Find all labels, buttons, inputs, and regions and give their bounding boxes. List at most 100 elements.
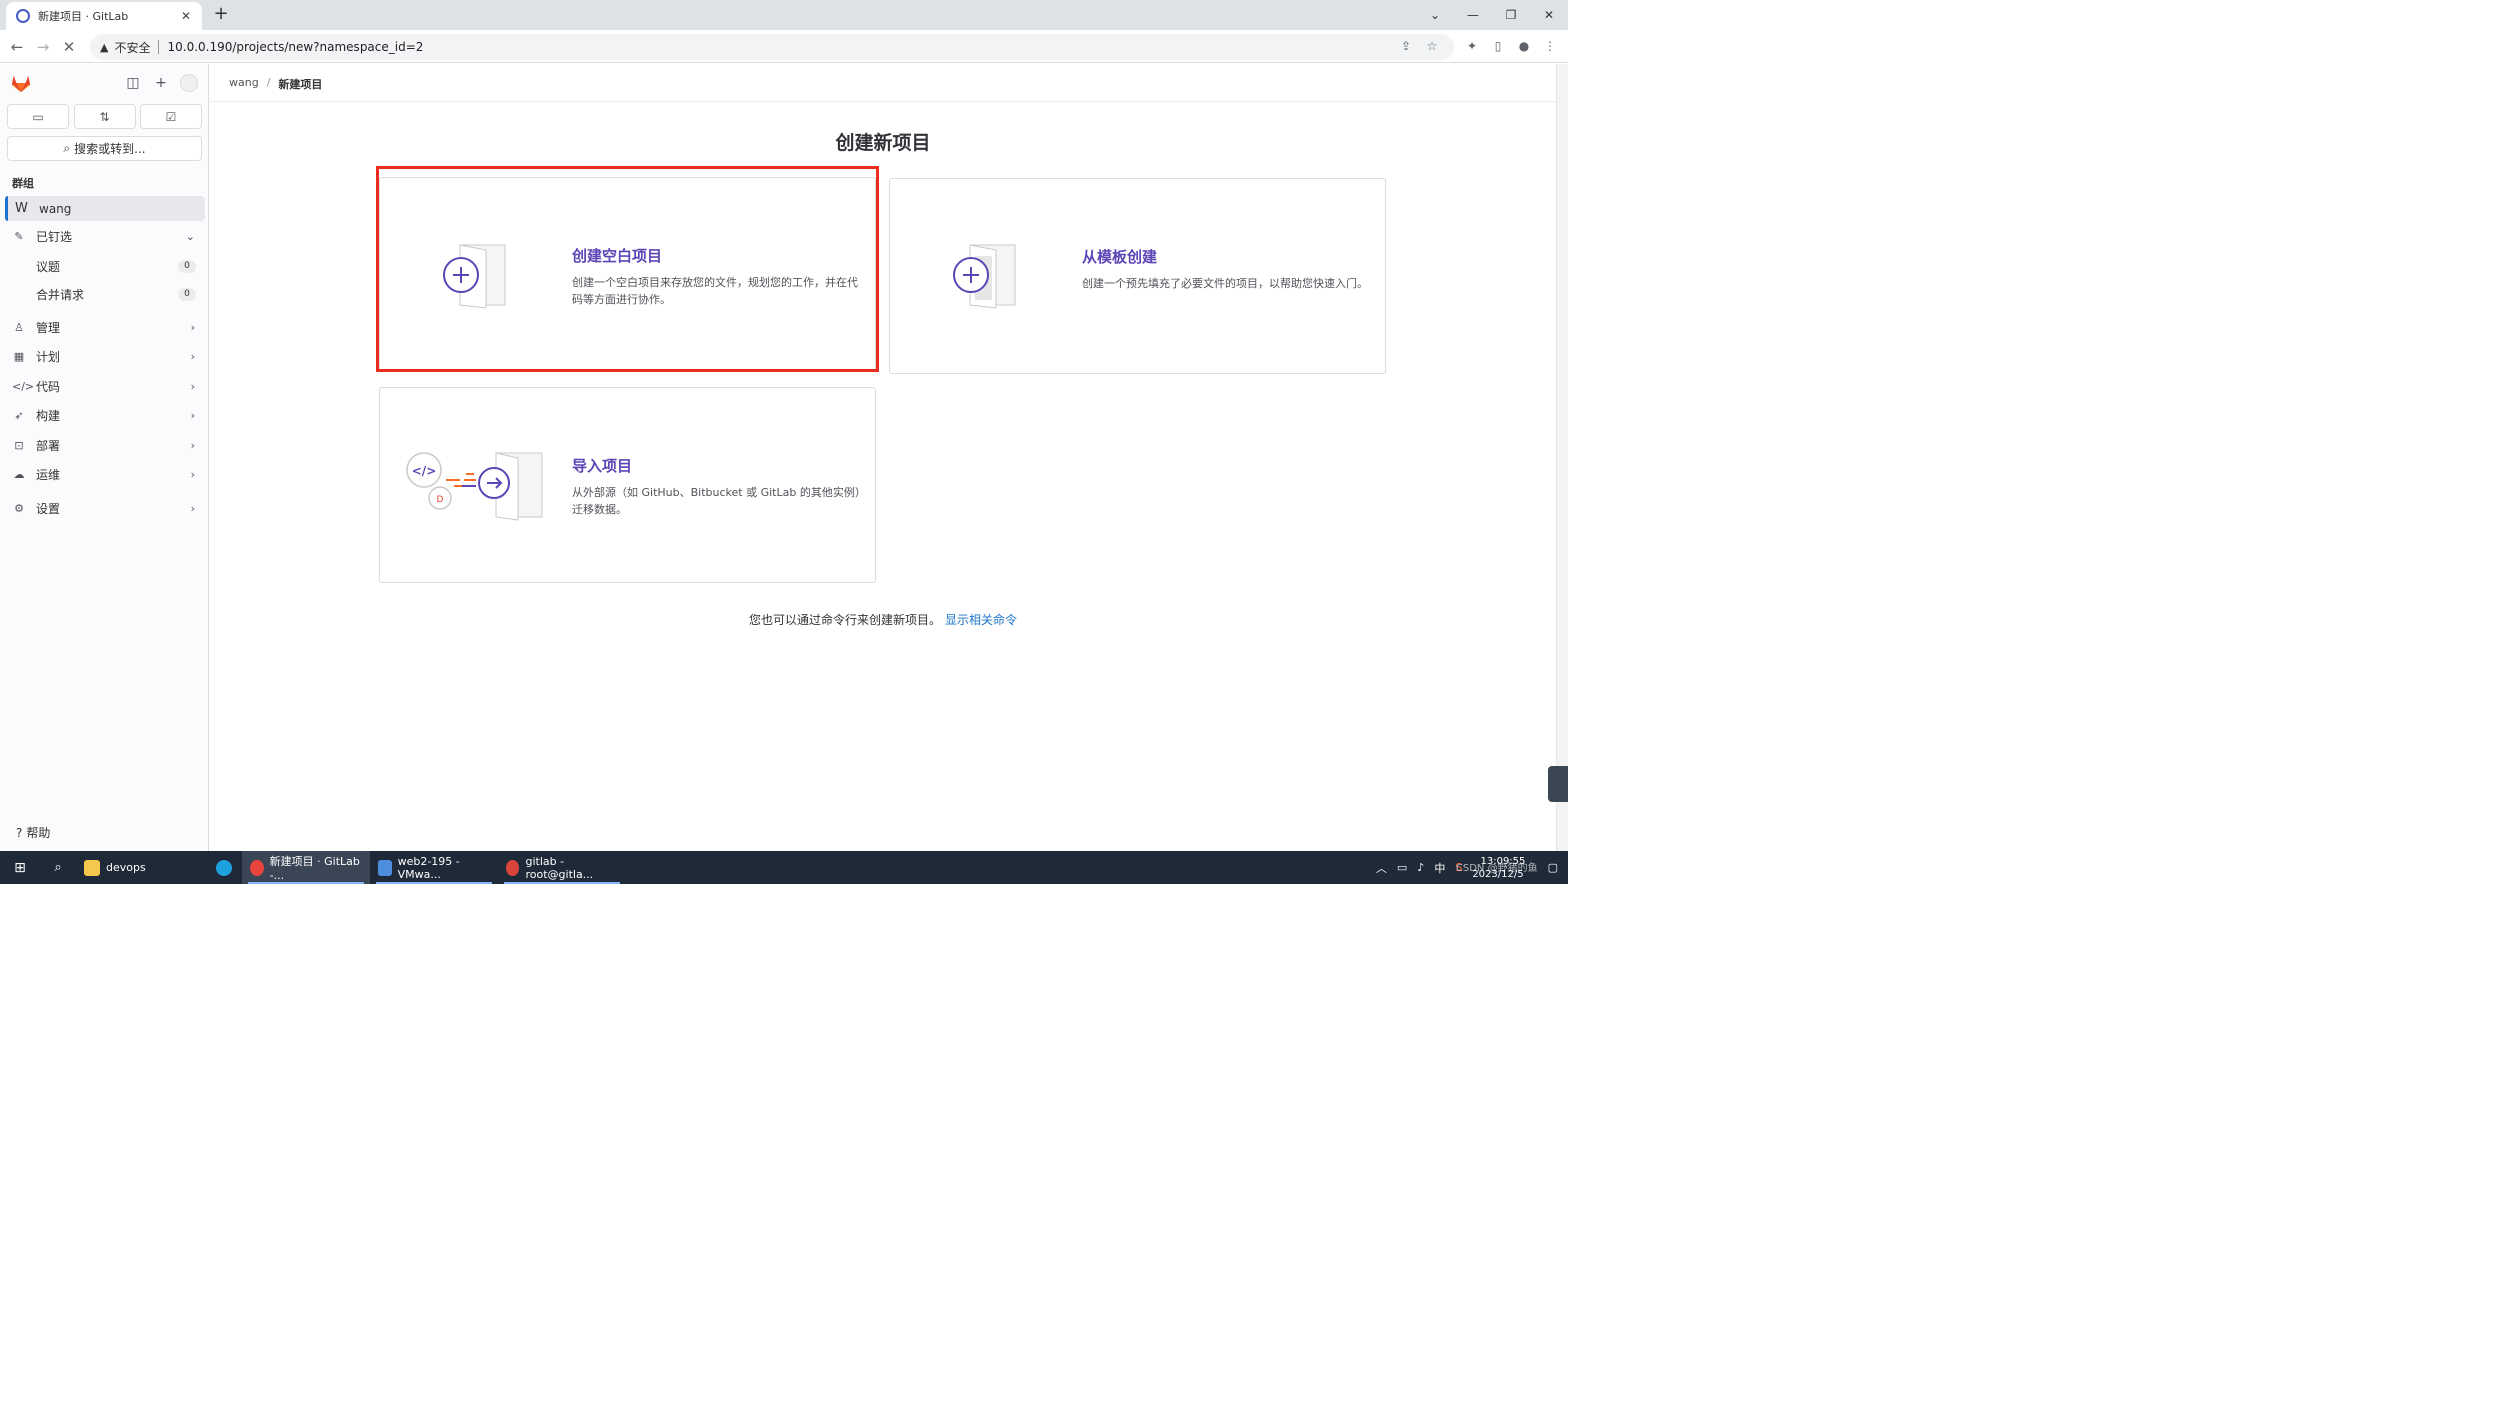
share-icon[interactable]: ⇪ xyxy=(1398,39,1414,53)
group-avatar: W xyxy=(15,201,28,216)
cli-hint: 您也可以通过命令行来创建新项目。 显示相关命令 xyxy=(210,611,1556,628)
taskbar-item-edge[interactable] xyxy=(206,851,242,884)
create-new-icon[interactable]: + xyxy=(152,74,170,92)
group-name: wang xyxy=(39,201,72,216)
stop-loading-button[interactable]: ✕ xyxy=(58,36,80,58)
insecure-label[interactable]: 不安全 xyxy=(114,39,150,56)
sidebar-item-code[interactable]: </> 代码 › xyxy=(5,374,205,399)
sidebar-item-build[interactable]: ➶ 构建 › xyxy=(5,403,205,428)
issues-button[interactable]: ▭ xyxy=(7,104,69,129)
forward-button[interactable]: → xyxy=(32,36,54,58)
breadcrumb-current[interactable]: 新建项目 xyxy=(278,76,322,92)
header-divider xyxy=(210,101,1556,102)
users-icon: ♙ xyxy=(14,321,24,334)
close-window-button[interactable]: ✕ xyxy=(1530,0,1568,30)
floating-side-widget[interactable] xyxy=(1548,766,1568,802)
sidebar-item-merge-requests[interactable]: 合并请求 0 xyxy=(30,283,200,305)
sidebar-item-pinned[interactable]: ✎ 已钉选 ⌄ xyxy=(5,224,205,249)
sidebar-item-label: 设置 xyxy=(36,502,61,516)
pin-icon: ✎ xyxy=(14,230,24,243)
chevron-right-icon: › xyxy=(190,468,195,481)
notification-icon[interactable]: ▢ xyxy=(1548,861,1558,874)
edge-browser-icon xyxy=(216,859,232,876)
system-clock[interactable]: 13:09:55 2023/12/5 CSDN @野猪的鱼 xyxy=(1456,855,1538,881)
omnibox-actions: ⇪ ☆ xyxy=(1388,39,1440,53)
search-or-goto-button[interactable]: ⌕ 搜索或转到... xyxy=(7,136,202,161)
chevron-right-icon: › xyxy=(190,409,195,422)
tab-title: 新建项目 · GitLab xyxy=(38,10,129,23)
help-button[interactable]: ? 帮助 xyxy=(16,824,50,841)
collapse-sidebar-icon[interactable]: ◫ xyxy=(124,74,142,92)
import-project-title[interactable]: 导入项目 xyxy=(572,455,632,476)
network-icon[interactable]: ▭ xyxy=(1397,861,1407,874)
template-description: 创建一个预先填充了必要文件的项目，以帮助您快速入门。 xyxy=(1082,277,1368,290)
breadcrumb-parent[interactable]: wang xyxy=(229,76,259,92)
chevron-right-icon: › xyxy=(190,502,195,515)
taskbar-item-devops[interactable]: devops xyxy=(76,851,206,884)
side-panel-icon[interactable]: ▯ xyxy=(1488,39,1508,53)
user-avatar[interactable] xyxy=(180,74,198,92)
minimize-button[interactable]: — xyxy=(1454,0,1492,30)
profile-icon[interactable]: ● xyxy=(1514,39,1534,53)
back-button[interactable]: ← xyxy=(6,36,28,58)
sidebar-item-operate[interactable]: ☁ 运维 › xyxy=(5,462,205,487)
extensions-icon[interactable]: ✦ xyxy=(1462,39,1482,53)
main-content: wang / 新建项目 创建新项目 创建空白项目 创建一个空白项目来存放您的文件… xyxy=(210,64,1556,851)
sidebar-item-plan[interactable]: ▦ 计划 › xyxy=(5,344,205,369)
browser-tab[interactable]: 新建项目 · GitLab ✕ xyxy=(6,2,202,30)
address-bar-row: ← → ✕ ▲ 不安全 10.0.0.190/projects/new?name… xyxy=(0,30,1568,63)
url-text[interactable]: 10.0.0.190/projects/new?namespace_id=2 xyxy=(167,40,423,54)
system-tray: ︿ ▭ ♪ 中 S 13:09:55 2023/12/5 CSDN @野猪的鱼 … xyxy=(1376,851,1568,884)
rocket-icon: ➶ xyxy=(14,409,24,422)
windows-start-icon[interactable]: ⊞ xyxy=(0,860,40,876)
close-tab-icon[interactable]: ✕ xyxy=(178,9,194,23)
chevron-right-icon: › xyxy=(190,350,195,363)
tab-search-icon[interactable]: ⌄ xyxy=(1416,0,1454,30)
create-from-template-card[interactable]: 从模板创建 创建一个预先填充了必要文件的项目，以帮助您快速入门。 xyxy=(889,178,1386,374)
gitlab-logo-icon[interactable] xyxy=(10,72,32,94)
sidebar-item-deploy[interactable]: ⊡ 部署 › xyxy=(5,433,205,458)
warning-icon[interactable]: ▲ xyxy=(100,41,108,54)
create-blank-project-card[interactable]: 创建空白项目 创建一个空白项目来存放您的文件，规划您的工作，并在代码等方面进行协… xyxy=(379,177,876,372)
issues-icon: ▭ xyxy=(32,109,44,124)
restore-button[interactable]: ❐ xyxy=(1492,0,1530,30)
import-project-illustration-icon: </> D xyxy=(406,452,543,521)
template-title[interactable]: 从模板创建 xyxy=(1082,246,1157,267)
sidebar-item-manage[interactable]: ♙ 管理 › xyxy=(5,315,205,340)
sidebar-item-settings[interactable]: ⚙ 设置 › xyxy=(5,496,205,521)
bookmark-star-icon[interactable]: ☆ xyxy=(1424,39,1440,53)
import-project-card[interactable]: </> D 导入项目 从外部源（如 GitHub、Bitbucket 或 Git… xyxy=(379,387,876,583)
section-label-groups: 群组 xyxy=(12,177,34,190)
omnibox[interactable]: ▲ 不安全 10.0.0.190/projects/new?namespace_… xyxy=(90,34,1454,60)
gitlab-favicon-icon xyxy=(16,9,30,23)
volume-icon[interactable]: ♪ xyxy=(1417,861,1424,874)
show-commands-link[interactable]: 显示相关命令 xyxy=(945,613,1017,627)
taskbar-item-vmware[interactable]: web2-195 - VMwa... xyxy=(370,851,498,884)
svg-text:</>: </> xyxy=(412,464,437,478)
taskbar-item-label: 新建项目 · GitLab -... xyxy=(269,855,360,882)
todos-button[interactable]: ☑ xyxy=(140,104,202,129)
sidebar-group-wang[interactable]: W wang xyxy=(5,196,205,221)
taskbar-search-icon[interactable]: ⌕ xyxy=(40,860,76,875)
question-icon: ? xyxy=(16,825,23,840)
ime-indicator[interactable]: 中 xyxy=(1434,860,1445,876)
issues-count-badge: 0 xyxy=(178,259,196,273)
vmware-icon xyxy=(378,859,392,876)
cli-hint-text: 您也可以通过命令行来创建新项目。 xyxy=(748,613,941,627)
tray-expand-icon[interactable]: ︿ xyxy=(1376,860,1387,876)
taskbar-item-chrome[interactable]: 新建项目 · GitLab -... xyxy=(242,851,370,884)
new-tab-button[interactable]: + xyxy=(210,4,232,26)
merge-request-icon: ⇅ xyxy=(99,109,110,124)
sidebar-item-label: 运维 xyxy=(36,468,61,482)
sidebar: ◫ + ▭ ⇅ ☑ ⌕ 搜索或转到... 群组 W wang ✎ 已钉选 ⌄ 议… xyxy=(0,64,209,851)
sidebar-item-label: 部署 xyxy=(36,439,61,453)
blank-project-title[interactable]: 创建空白项目 xyxy=(572,245,662,266)
breadcrumb: wang / 新建项目 xyxy=(229,76,322,92)
merge-requests-button[interactable]: ⇅ xyxy=(73,104,136,129)
page-scrollbar[interactable] xyxy=(1556,64,1568,851)
menu-icon[interactable]: ⋮ xyxy=(1540,39,1560,53)
taskbar: ⊞ ⌕ devops 新建项目 · GitLab -... web2-195 -… xyxy=(0,851,1568,884)
folder-icon xyxy=(84,859,100,876)
taskbar-item-terminal[interactable]: gitlab - root@gitla... xyxy=(498,851,626,884)
sidebar-item-issues[interactable]: 议题 0 xyxy=(30,255,200,277)
